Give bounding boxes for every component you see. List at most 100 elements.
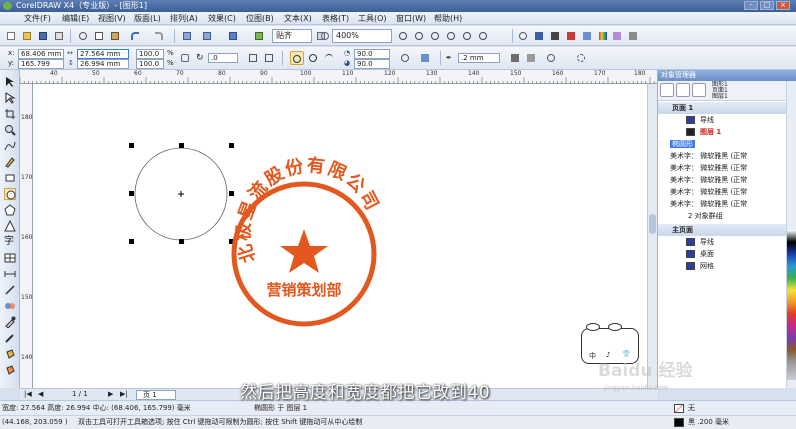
polygon-tool-icon[interactable] [4,204,16,216]
minimize-button[interactable]: - [744,1,758,10]
tree-master-page[interactable]: 主页面 [658,224,787,236]
ime-chinese-mode[interactable]: 中 [589,351,596,361]
fill-icon[interactable] [532,29,546,43]
menu-bitmap[interactable]: 位图(B) [244,13,276,24]
page-tab[interactable]: 页 1 [136,390,176,400]
ellipse-mode-icon[interactable] [290,51,304,65]
arc-mode-icon[interactable] [322,51,336,65]
connector-tool-icon[interactable] [4,284,16,296]
mirror-vertical-icon[interactable] [262,51,276,65]
menu-layout[interactable]: 版面(L) [132,13,163,24]
scale-x-field[interactable]: 100.0 [136,49,164,59]
export-icon[interactable] [200,29,214,43]
tree-object-group[interactable]: 2 对象群组 [658,210,787,222]
tree-artistic-text[interactable]: 美术字： 微软雅黑 (正常 [658,162,787,174]
options-icon[interactable] [318,29,332,43]
zoom-out-icon[interactable] [412,29,426,43]
snap-to-dropdown[interactable]: 贴齐 [272,29,312,43]
tree-layer-guides[interactable]: 导线 [658,114,787,126]
mirror-horizontal-icon[interactable] [246,51,260,65]
welcome-screen-icon[interactable] [252,29,266,43]
basic-shapes-tool-icon[interactable] [4,219,16,232]
pie-mode-icon[interactable] [306,51,320,65]
table-tool-icon[interactable] [4,252,16,264]
scale-y-field[interactable]: 100.0 [136,59,164,69]
zoom-height-icon[interactable] [476,29,490,43]
wrap-text-icon[interactable] [418,51,432,65]
menu-table[interactable]: 表格(T) [320,13,351,24]
vertical-ruler[interactable]: 180 170 160 150 140 [20,84,33,388]
import-icon[interactable] [180,29,194,43]
end-angle-field[interactable]: 90.0 [354,59,390,69]
zoom-tool-icon[interactable] [4,124,16,136]
direction-icon[interactable] [398,51,412,65]
pick-tool-icon[interactable] [4,76,16,88]
convert-to-curves-icon[interactable] [544,51,558,65]
edit-across-layers-icon[interactable] [676,83,690,97]
undo-icon[interactable] [128,29,142,43]
extrude-icon[interactable] [610,29,624,43]
menu-tools[interactable]: 工具(O) [356,13,389,24]
settings-gear-icon[interactable] [574,51,588,65]
color-icon[interactable] [580,29,594,43]
layer-manager-view-icon[interactable] [692,83,706,97]
menu-text[interactable]: 文本(X) [282,13,314,24]
ellipse-tool-icon[interactable] [4,188,16,200]
menu-view[interactable]: 视图(V) [96,13,128,24]
gallery-icon[interactable] [626,29,640,43]
zoom-in-icon[interactable] [396,29,410,43]
rectangle-tool-icon[interactable] [4,172,16,184]
rotation-field[interactable]: .0 [208,53,238,63]
smart-fill-tool-icon[interactable] [4,156,16,168]
zoom-width-icon[interactable] [460,29,474,43]
horizontal-ruler[interactable]: 40 50 60 70 80 90 100 110 120 130 140 15… [20,70,657,84]
eyedropper-tool-icon[interactable] [4,316,16,329]
menu-effects[interactable]: 效果(C) [206,13,238,24]
menu-arrange[interactable]: 排列(A) [168,13,200,24]
color-palette[interactable] [787,230,796,380]
text-tool-icon[interactable]: 字 [4,236,16,248]
maximize-button[interactable]: □ [760,1,774,10]
lock-ratio-icon[interactable] [178,51,192,65]
zoom-level-dropdown[interactable]: 400% [332,29,392,43]
menu-edit[interactable]: 编辑(E) [60,13,91,24]
y-position-field[interactable]: 165.799 mm [18,59,64,76]
fill-none-icon[interactable] [674,404,684,413]
freehand-tool-icon[interactable] [4,140,16,152]
outline-icon[interactable] [548,29,562,43]
copy-icon[interactable] [92,29,106,43]
tree-master-grid[interactable]: 网格 [658,260,787,272]
interactive-fill-tool-icon[interactable] [4,364,16,376]
to-front-icon[interactable] [508,51,522,65]
menu-help[interactable]: 帮助(H) [432,13,464,24]
tree-ellipse[interactable]: 椭圆形 [658,138,787,150]
save-button[interactable] [36,29,50,43]
to-back-icon[interactable] [524,51,538,65]
application-launcher-icon[interactable] [226,29,240,43]
paste-icon[interactable] [108,29,122,43]
open-file-button[interactable] [20,29,34,43]
tree-artistic-text[interactable]: 美术字： 微软雅黑 (正常 [658,174,787,186]
drawing-canvas[interactable]: 北极星流股份有限公司 营销策划部 中 ♪ 👕 [33,84,647,388]
tree-page-1[interactable]: 页面 1 [658,102,787,114]
menu-window[interactable]: 窗口(W) [394,13,428,24]
zoom-selected-icon[interactable] [428,29,442,43]
new-file-button[interactable] [4,29,18,43]
company-stamp[interactable]: 北极星流股份有限公司 营销策划部 [231,154,383,327]
height-field[interactable]: 26.994 mm [77,59,129,69]
vertical-scrollbar[interactable] [647,84,657,388]
tree-layer-1[interactable]: 图层 1 [658,126,787,138]
show-properties-icon[interactable] [660,83,674,97]
fill-tool-icon[interactable] [4,348,16,360]
start-angle-field[interactable]: 90.0 [354,49,390,59]
tree-master-desktop[interactable]: 桌面 [658,248,787,260]
tree-artistic-text[interactable]: 美术字： 微软雅黑 (正常 [658,150,787,162]
color-palette-icon[interactable] [596,29,610,43]
tree-master-guides[interactable]: 导线 [658,236,787,248]
dimension-tool-icon[interactable] [4,268,16,280]
object-properties-icon[interactable] [564,29,578,43]
outline-color-icon[interactable] [674,418,684,427]
width-field[interactable]: 27.564 mm [77,49,129,59]
menu-file[interactable]: 文件(F) [22,13,53,24]
redo-icon[interactable] [152,29,166,43]
